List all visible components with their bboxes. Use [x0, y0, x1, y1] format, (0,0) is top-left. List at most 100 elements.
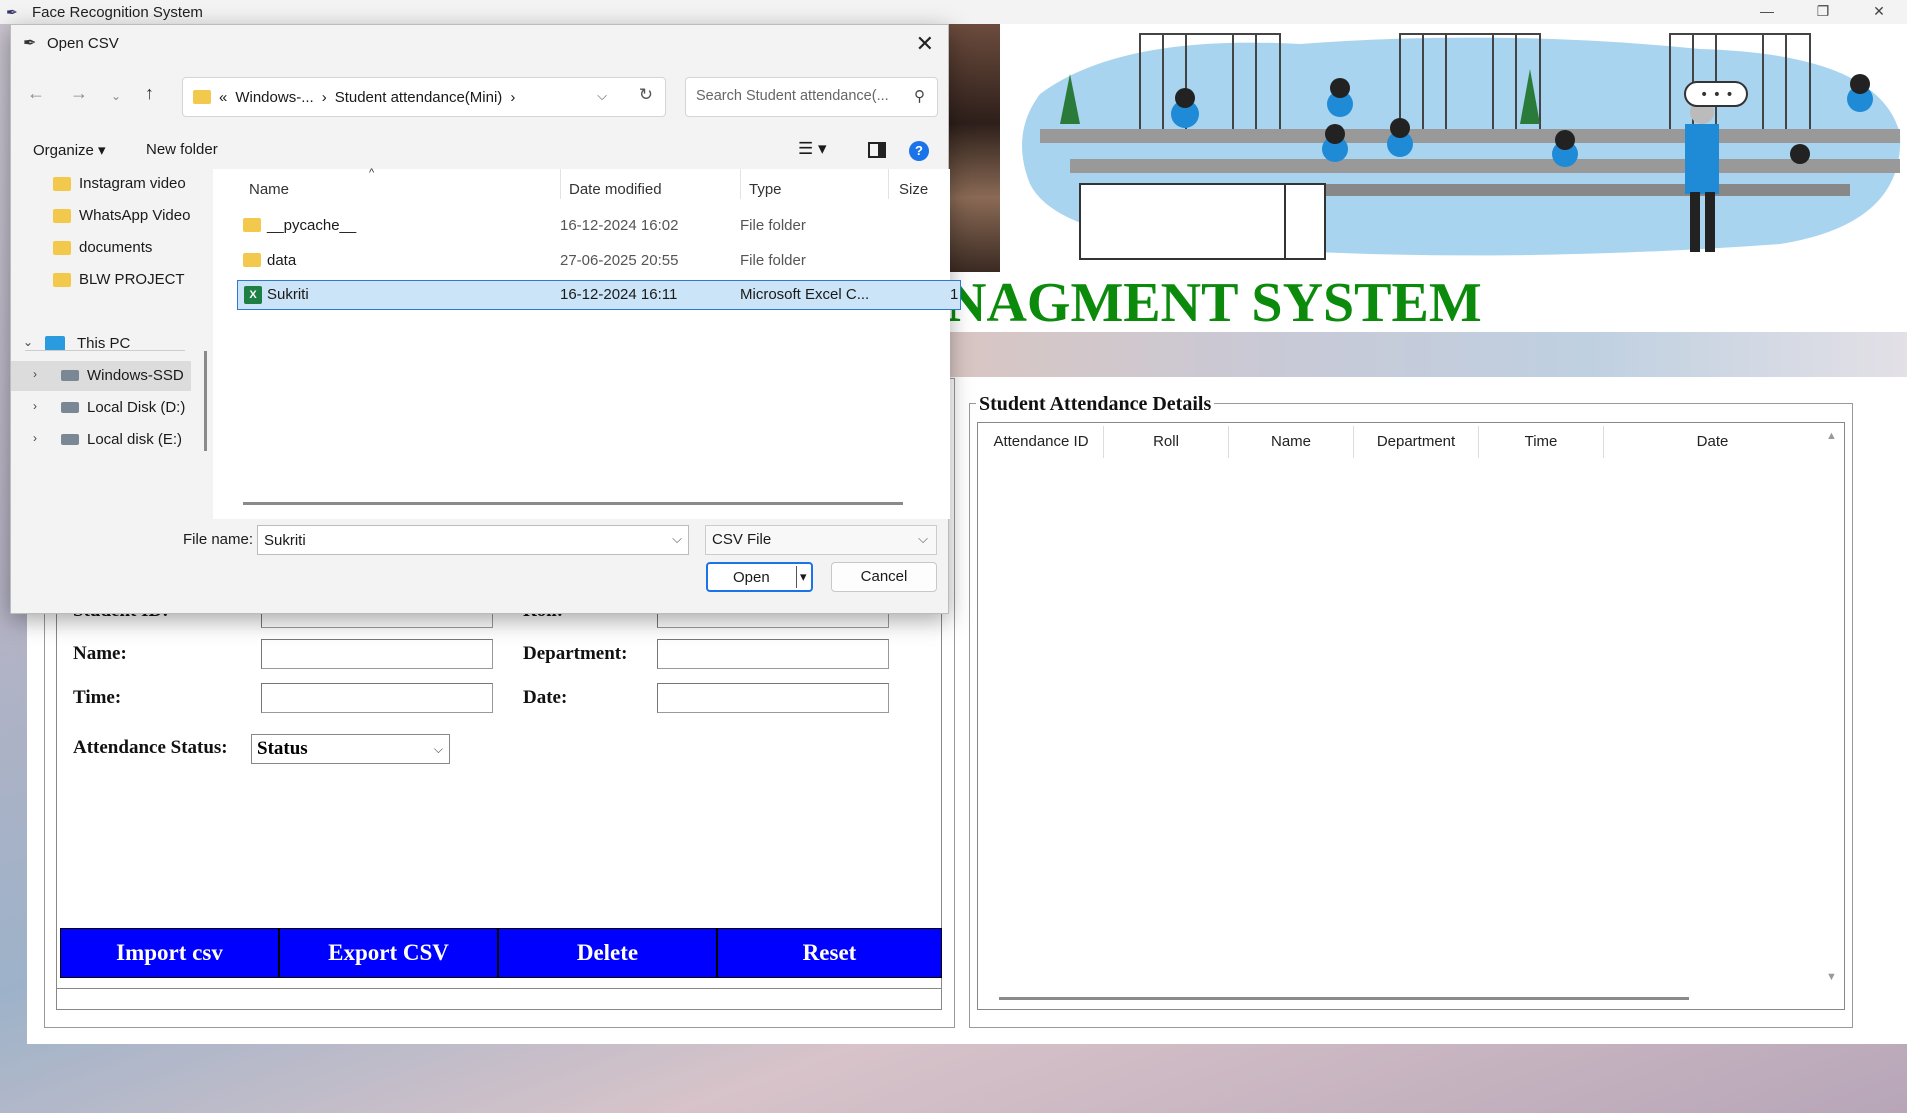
column-attendance-id[interactable]: Attendance ID [979, 426, 1104, 458]
date-input[interactable] [657, 683, 889, 713]
nav-item-instagram-video[interactable]: Instagram video [11, 169, 191, 199]
background-strip [946, 332, 1907, 377]
window-controls: — ❐ ✕ [1739, 0, 1907, 24]
help-icon[interactable]: ? [909, 141, 929, 161]
chevron-down-icon[interactable]: ⌵ [672, 531, 682, 547]
file-row-pycache[interactable]: __pycache__ 16-12-2024 16:02 File folder [237, 211, 961, 241]
name-input[interactable] [261, 639, 493, 669]
department-label: Department: [523, 643, 628, 664]
cancel-button[interactable]: Cancel [831, 562, 937, 592]
up-arrow-icon[interactable]: ↑ [145, 83, 154, 104]
export-csv-button[interactable]: Export CSV [279, 928, 498, 978]
breadcrumb-overflow[interactable]: « [219, 89, 227, 106]
dialog-title: Open CSV [47, 35, 119, 52]
column-divider[interactable] [560, 169, 561, 199]
view-options-icon[interactable]: ☰ ▾ [798, 139, 827, 159]
chevron-right-icon[interactable]: › [33, 399, 37, 413]
date-label: Date: [523, 687, 568, 708]
banner-title: NAGMENT SYSTEM [946, 272, 1907, 332]
dialog-titlebar: ✒ Open CSV ✕ [11, 25, 948, 65]
open-button[interactable]: Open ▾ [706, 562, 813, 592]
search-placeholder: Search Student attendance(... [696, 88, 889, 104]
reset-button[interactable]: Reset [717, 928, 942, 978]
time-input[interactable] [261, 683, 493, 713]
preview-pane-icon[interactable] [868, 142, 886, 158]
column-divider[interactable] [888, 169, 889, 199]
window-titlebar: ✒ Face Recognition System — ❐ ✕ [0, 0, 1907, 24]
dialog-close-icon[interactable]: ✕ [916, 31, 934, 57]
nav-item-local-disk-d[interactable]: › Local Disk (D:) [11, 393, 191, 423]
address-bar[interactable]: « Windows-... › Student attendance(Mini)… [182, 77, 666, 117]
attendance-table[interactable] [977, 422, 1845, 1010]
nav-item-this-pc[interactable]: ⌄ This PC [11, 329, 191, 359]
delete-button[interactable]: Delete [498, 928, 717, 978]
department-input[interactable] [657, 639, 889, 669]
chevron-down-icon: ⌵ [433, 742, 443, 756]
breadcrumb-student-attendance[interactable]: Student attendance(Mini) [335, 89, 503, 106]
breadcrumb-separator: › [321, 88, 327, 106]
nav-item-whatsapp-video[interactable]: WhatsApp Video [11, 201, 191, 231]
time-label: Time: [73, 687, 122, 708]
scroll-down-icon[interactable]: ▼ [1826, 971, 1837, 983]
caret-down-icon[interactable]: ▾ [800, 569, 807, 585]
breadcrumb-separator: › [510, 88, 516, 106]
nav-item-blw-project[interactable]: BLW PROJECT [11, 265, 191, 295]
file-name-input[interactable]: Sukriti ⌵ [257, 525, 689, 555]
forward-arrow-icon[interactable]: → [70, 83, 88, 104]
back-arrow-icon[interactable]: ← [27, 83, 45, 104]
form-bottom-box [56, 988, 942, 1010]
attendance-details-legend: Student Attendance Details [976, 393, 1215, 416]
column-date[interactable]: Date [1604, 426, 1821, 458]
feather-icon: ✒ [23, 35, 37, 52]
folder-icon [243, 218, 261, 232]
navigation-pane: Instagram video WhatsApp Video documents… [11, 169, 201, 524]
file-row-data[interactable]: data 27-06-2025 20:55 File folder [237, 246, 961, 276]
nav-item-local-disk-e[interactable]: › Local disk (E:) [11, 425, 191, 455]
column-name[interactable]: Name [1229, 426, 1354, 458]
attendance-status-select[interactable]: Status ⌵ [251, 734, 450, 764]
status-select-value: Status [257, 738, 308, 759]
chevron-right-icon[interactable]: › [33, 367, 37, 381]
column-divider[interactable] [740, 169, 741, 199]
file-row-sukriti[interactable]: X Sukriti 16-12-2024 16:11 Microsoft Exc… [237, 280, 961, 310]
window-title: Face Recognition System [32, 3, 203, 21]
open-csv-dialog: ✒ Open CSV ✕ ← → ⌄ ↑ « Windows-... › Stu… [10, 24, 961, 614]
drive-icon [61, 434, 79, 445]
breadcrumb-windows[interactable]: Windows-... [235, 89, 313, 106]
classroom-illustration: • • • [1000, 24, 1907, 272]
file-list-horizontal-scrollbar[interactable] [243, 502, 903, 505]
nav-scrollbar[interactable] [204, 351, 207, 451]
recent-locations-icon[interactable]: ⌄ [111, 89, 121, 103]
chevron-down-icon[interactable]: ⌵ [597, 88, 607, 104]
column-department[interactable]: Department [1354, 426, 1479, 458]
column-time[interactable]: Time [1479, 426, 1604, 458]
attendance-table-header: Attendance ID Roll Name Department Time … [979, 426, 1821, 458]
table-horizontal-scrollbar[interactable] [999, 997, 1689, 1000]
import-csv-button[interactable]: Import csv [60, 928, 279, 978]
column-name[interactable]: Name [249, 181, 289, 198]
scroll-up-icon[interactable]: ▲ [1826, 430, 1837, 442]
command-bar: Organize ▾ New folder ☰ ▾ ? [11, 135, 948, 167]
close-window-button[interactable]: ✕ [1851, 0, 1907, 24]
attendance-status-label: Attendance Status: [73, 737, 228, 758]
search-input[interactable]: Search Student attendance(... ⚲ [685, 77, 938, 117]
new-folder-button[interactable]: New folder [146, 141, 218, 158]
chevron-right-icon[interactable]: › [33, 431, 37, 445]
minimize-button[interactable]: — [1739, 0, 1795, 24]
restore-button[interactable]: ❐ [1795, 0, 1851, 24]
table-vertical-scrollbar[interactable]: ▲ ▼ [1821, 426, 1843, 986]
column-type[interactable]: Type [749, 181, 782, 198]
chevron-down-icon[interactable]: ⌄ [23, 335, 33, 349]
organize-button[interactable]: Organize ▾ [33, 141, 106, 159]
column-date-modified[interactable]: Date modified [569, 181, 662, 198]
nav-item-windows-ssd[interactable]: › Windows-SSD [11, 361, 191, 391]
folder-icon [53, 241, 71, 255]
search-icon: ⚲ [914, 88, 925, 105]
column-size[interactable]: Size [899, 181, 928, 198]
column-roll[interactable]: Roll [1104, 426, 1229, 458]
file-type-select[interactable]: CSV File ⌵ [705, 525, 937, 555]
folder-icon [53, 209, 71, 223]
nav-item-documents[interactable]: documents [11, 233, 191, 263]
refresh-icon[interactable]: ↻ [639, 85, 653, 105]
split-divider [796, 566, 797, 588]
